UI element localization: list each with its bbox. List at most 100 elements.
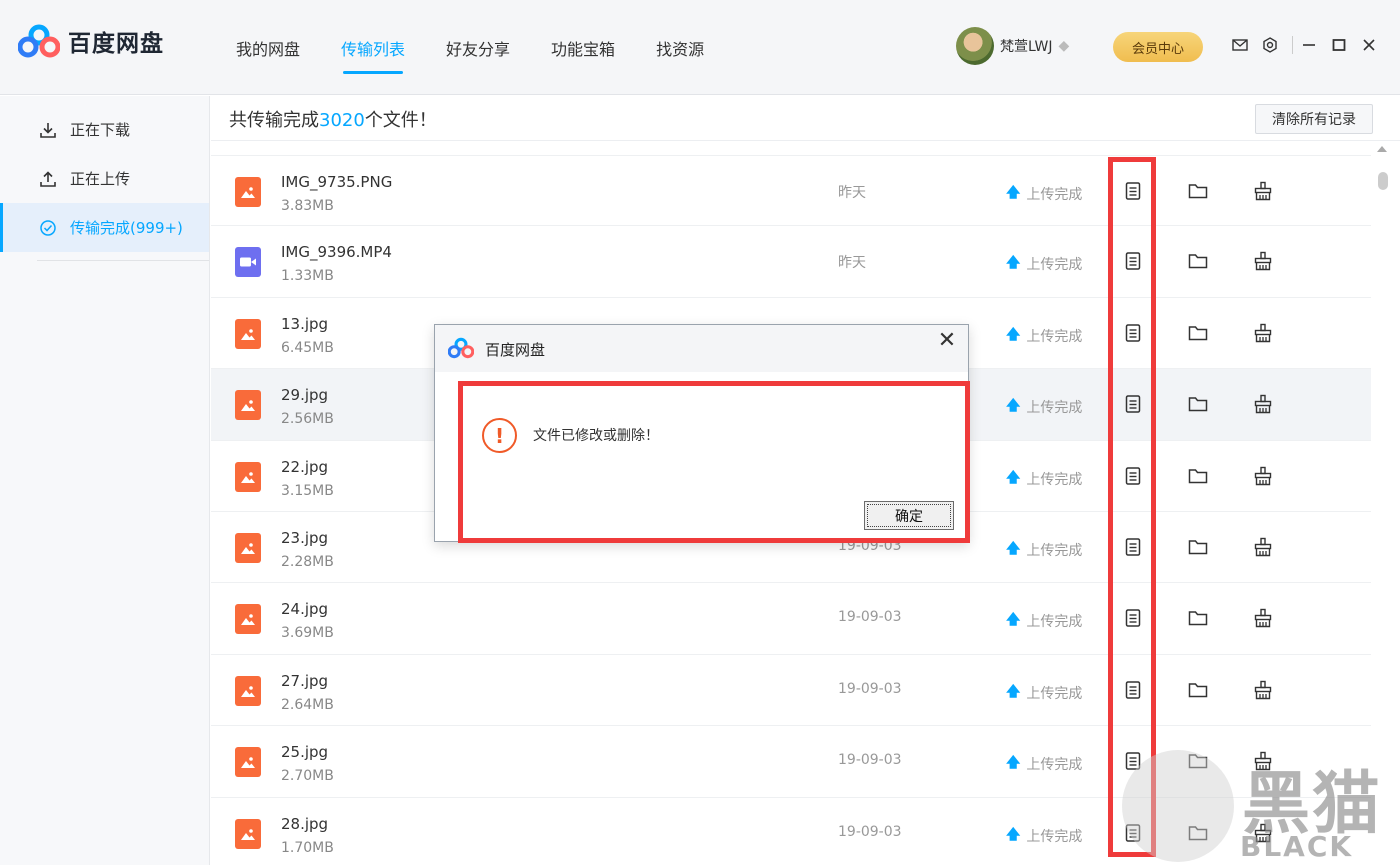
open-folder-icon[interactable]: [1188, 607, 1208, 629]
table-row[interactable]: 27.jpg 2.64MB 19-09-03 🡅 上传完成: [211, 655, 1371, 727]
avatar[interactable]: [956, 27, 994, 65]
file-date: 19-09-03: [838, 752, 902, 769]
user-profile[interactable]: 梵萱LWJ ◆: [956, 27, 1069, 65]
table-row[interactable]: IMG_9396.MP4 1.33MB 昨天 🡅 上传完成: [211, 226, 1371, 298]
maximize-icon[interactable]: [1329, 35, 1349, 55]
transfer-status: 🡅 上传完成: [1006, 395, 1082, 419]
file-name[interactable]: 25.jpg: [281, 743, 328, 761]
scroll-thumb[interactable]: [1378, 172, 1388, 190]
open-folder-icon[interactable]: [1188, 536, 1208, 558]
transfer-status: 🡅 上传完成: [1006, 681, 1082, 705]
file-name[interactable]: 13.jpg: [281, 315, 328, 333]
table-row[interactable]: 24.jpg 3.69MB 19-09-03 🡅 上传完成: [211, 583, 1371, 655]
sidebar-item-label: 正在下载: [70, 121, 131, 139]
scroll-up-arrow-icon[interactable]: [1377, 146, 1387, 152]
clear-record-icon[interactable]: [1253, 536, 1273, 558]
transfer-status: 🡅 上传完成: [1006, 324, 1082, 348]
upload-arrow-icon: 🡅: [1006, 683, 1021, 700]
tab-transfer-list[interactable]: 传输列表: [331, 0, 415, 95]
minimize-icon[interactable]: [1299, 35, 1319, 55]
clear-all-records-button[interactable]: 清除所有记录: [1255, 104, 1373, 134]
status-text: 上传完成: [1026, 828, 1083, 845]
image-file-icon: [235, 532, 261, 563]
file-name[interactable]: IMG_9735.PNG: [281, 173, 392, 191]
file-size: 6.45MB: [281, 339, 334, 356]
file-size: 1.70MB: [281, 839, 334, 856]
upload-arrow-icon: 🡅: [1006, 326, 1021, 343]
clear-record-icon[interactable]: [1253, 393, 1273, 415]
baidu-cloud-logo-icon: [18, 24, 60, 58]
tab-find-resources[interactable]: 找资源: [646, 0, 714, 95]
clear-record-icon[interactable]: [1253, 607, 1273, 629]
open-folder-icon[interactable]: [1188, 322, 1208, 344]
file-size: 2.70MB: [281, 768, 334, 785]
check-circle-icon: [38, 218, 58, 238]
open-folder-icon[interactable]: [1188, 180, 1208, 202]
table-row[interactable]: IMG_9735.PNG 3.83MB 昨天 🡅 上传完成: [211, 155, 1371, 227]
transfer-status: 🡅 上传完成: [1006, 467, 1082, 491]
file-name[interactable]: 23.jpg: [281, 529, 328, 547]
divider: [211, 140, 1400, 141]
file-name[interactable]: 24.jpg: [281, 600, 328, 618]
open-folder-icon[interactable]: [1188, 393, 1208, 415]
diamond-icon: ◆: [1058, 38, 1070, 54]
file-name[interactable]: IMG_9396.MP4: [281, 243, 392, 261]
transfer-status: 🡅 上传完成: [1006, 182, 1082, 206]
image-file-icon: [235, 818, 261, 849]
file-size: 3.83MB: [281, 198, 334, 214]
file-name[interactable]: 22.jpg: [281, 458, 328, 476]
sidebar-item-downloading[interactable]: 正在下载: [0, 105, 209, 154]
image-file-icon: [235, 318, 261, 349]
video-file-icon: [235, 247, 261, 278]
transfer-status: 🡅 上传完成: [1006, 609, 1082, 633]
status-text: 上传完成: [1026, 614, 1083, 631]
sidebar-item-completed[interactable]: 传输完成(999+): [0, 203, 209, 252]
tab-friend-share[interactable]: 好友分享: [436, 0, 520, 95]
upload-arrow-icon: 🡅: [1006, 755, 1021, 772]
status-text: 上传完成: [1026, 257, 1083, 274]
status-text: 上传完成: [1026, 471, 1083, 488]
image-file-icon: [235, 675, 261, 706]
clear-record-icon[interactable]: [1253, 322, 1273, 344]
settings-icon[interactable]: [1260, 35, 1280, 55]
transfer-status: 🡅 上传完成: [1006, 752, 1082, 776]
dialog-title: 百度网盘: [485, 341, 546, 359]
open-folder-icon[interactable]: [1188, 250, 1208, 272]
file-date: 昨天: [838, 255, 866, 272]
open-folder-icon[interactable]: [1188, 465, 1208, 487]
status-text: 上传完成: [1026, 685, 1083, 702]
upload-arrow-icon: 🡅: [1006, 540, 1021, 557]
file-name[interactable]: 28.jpg: [281, 815, 328, 833]
clear-record-icon[interactable]: [1253, 465, 1273, 487]
upload-arrow-icon: 🡅: [1006, 469, 1021, 486]
transfer-summary: 共传输完成3020个文件！: [229, 106, 437, 132]
file-name[interactable]: 29.jpg: [281, 386, 328, 404]
status-text: 上传完成: [1026, 187, 1083, 203]
mail-icon[interactable]: [1230, 35, 1250, 55]
close-icon[interactable]: ✕: [934, 328, 960, 354]
summary-suffix: 个文件！: [364, 110, 437, 131]
vip-center-button[interactable]: 会员中心: [1113, 32, 1203, 62]
tab-toolbox[interactable]: 功能宝箱: [541, 0, 625, 95]
upload-arrow-icon: 🡅: [1006, 612, 1021, 629]
tab-my-disk[interactable]: 我的网盘: [226, 0, 310, 95]
sidebar-item-uploading[interactable]: 正在上传: [0, 154, 209, 203]
clear-record-icon[interactable]: [1253, 250, 1273, 272]
file-name[interactable]: 27.jpg: [281, 672, 328, 690]
open-folder-icon[interactable]: [1188, 679, 1208, 701]
clear-record-icon[interactable]: [1253, 180, 1273, 202]
file-size: 2.28MB: [281, 553, 334, 570]
file-date: 19-09-03: [838, 609, 902, 626]
sidebar-item-label: 传输完成(999+): [70, 219, 183, 237]
status-text: 上传完成: [1026, 328, 1083, 345]
upload-arrow-icon: 🡅: [1006, 255, 1021, 272]
transfer-status: 🡅 上传完成: [1006, 538, 1082, 562]
file-date: 19-09-03: [838, 823, 902, 840]
download-icon: [38, 120, 58, 140]
summary-count: 3020: [319, 110, 365, 131]
clear-record-icon[interactable]: [1253, 679, 1273, 701]
dialog-title-bar[interactable]: 百度网盘 ✕: [435, 325, 968, 372]
close-window-icon[interactable]: [1359, 35, 1379, 55]
username[interactable]: 梵萱LWJ: [1000, 36, 1053, 56]
highlight-box-dialog: [458, 381, 970, 543]
